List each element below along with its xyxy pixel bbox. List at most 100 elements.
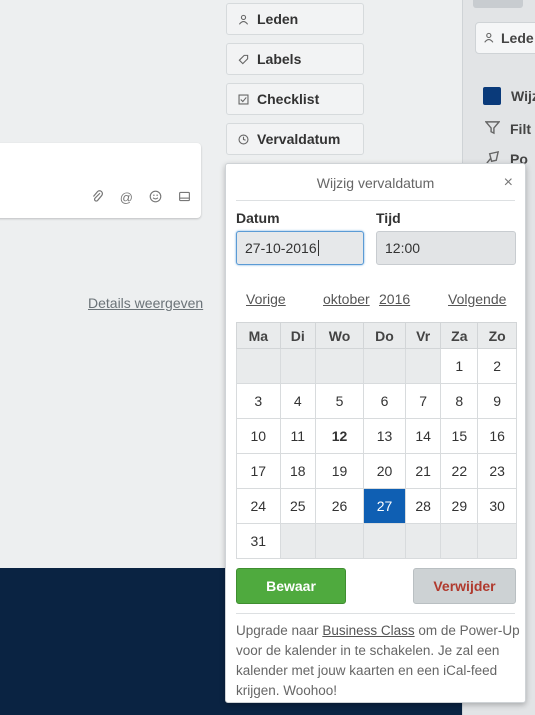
calendar-day[interactable]: 1 bbox=[440, 348, 479, 384]
calendar-week-row: 10 11 12 13 14 15 16 bbox=[236, 418, 517, 454]
filter-icon bbox=[484, 120, 501, 138]
panel-item-filter[interactable]: Filt bbox=[484, 120, 531, 138]
calendar-day[interactable]: 25 bbox=[279, 488, 316, 524]
popover-title: Wijzig vervaldatum bbox=[316, 175, 435, 191]
calendar-day[interactable]: 15 bbox=[440, 418, 479, 454]
labels-button[interactable]: Labels bbox=[226, 43, 364, 75]
calendar-day[interactable]: 23 bbox=[477, 453, 517, 489]
date-input[interactable]: 27-10-2016 bbox=[236, 231, 364, 265]
calendar-empty-cell bbox=[236, 348, 281, 384]
checklist-button[interactable]: Checklist bbox=[226, 83, 364, 115]
weekday-header: Wo bbox=[314, 322, 365, 349]
calendar-day[interactable]: 2 bbox=[477, 348, 517, 384]
calendar-day[interactable]: 26 bbox=[314, 488, 365, 524]
members-label: Leden bbox=[257, 11, 299, 27]
upgrade-message: Upgrade naar Business Class om de Power-… bbox=[236, 621, 521, 701]
month-select[interactable]: oktober bbox=[323, 291, 370, 307]
calendar-day[interactable]: 17 bbox=[236, 453, 281, 489]
calendar-day[interactable]: 19 bbox=[314, 453, 365, 489]
save-button[interactable]: Bewaar bbox=[236, 568, 346, 604]
calendar-empty-cell bbox=[363, 523, 406, 559]
calendar-day[interactable]: 29 bbox=[440, 488, 479, 524]
calendar-day[interactable]: 28 bbox=[404, 488, 442, 524]
calendar-empty-cell bbox=[279, 523, 316, 559]
upgrade-text: Upgrade naar bbox=[236, 623, 323, 638]
calendar-week-row: 12 bbox=[236, 348, 517, 384]
weekday-header-row: Ma Di Wo Do Vr Za Zo bbox=[236, 322, 517, 349]
weekday-header: Do bbox=[363, 322, 406, 349]
calendar-day[interactable]: 4 bbox=[279, 383, 316, 419]
business-class-link[interactable]: Business Class bbox=[322, 623, 414, 638]
time-input[interactable]: 12:00 bbox=[376, 231, 516, 265]
calendar-day[interactable]: 16 bbox=[477, 418, 517, 454]
mention-icon[interactable]: @ bbox=[120, 190, 133, 206]
weekday-header: Ma bbox=[236, 322, 281, 349]
emoji-icon[interactable] bbox=[149, 190, 162, 206]
calendar-empty-cell bbox=[404, 523, 442, 559]
calendar-empty-cell bbox=[314, 348, 365, 384]
calendar-empty-cell bbox=[363, 348, 406, 384]
color-swatch-icon bbox=[483, 87, 501, 105]
popover-header: Wijzig vervaldatum × bbox=[236, 164, 515, 201]
calendar-day[interactable]: 24 bbox=[236, 488, 281, 524]
calendar-empty-cell bbox=[314, 523, 365, 559]
next-month-link[interactable]: Volgende bbox=[448, 291, 506, 307]
calendar-empty-cell bbox=[279, 348, 316, 384]
tag-icon bbox=[237, 53, 249, 65]
calendar-day[interactable]: 21 bbox=[404, 453, 442, 489]
calendar-day[interactable]: 18 bbox=[279, 453, 316, 489]
person-add-icon bbox=[484, 30, 495, 46]
calendar-day[interactable]: 7 bbox=[404, 383, 442, 419]
checklist-label: Checklist bbox=[257, 91, 320, 107]
calendar-day[interactable]: 27 bbox=[363, 488, 406, 524]
calendar-grid: Ma Di Wo Do Vr Za Zo 1 2 3 4 5 6 7 8 9 10 11 12 13 14 15 16 17… bbox=[236, 322, 517, 559]
calendar-day[interactable]: 6 bbox=[363, 383, 406, 419]
weekday-header: Zo bbox=[477, 322, 517, 349]
calendar-day[interactable]: 14 bbox=[404, 418, 442, 454]
paperclip-icon[interactable] bbox=[91, 190, 104, 206]
weekday-header: Za bbox=[440, 322, 479, 349]
labels-label: Labels bbox=[257, 51, 302, 67]
panel-item-label: Filt bbox=[510, 121, 531, 137]
calendar-day[interactable]: 11 bbox=[279, 418, 316, 454]
card-icon[interactable] bbox=[178, 190, 191, 206]
panel-item-change-background[interactable]: Wijz bbox=[483, 87, 535, 105]
calendar-day[interactable]: 8 bbox=[440, 383, 479, 419]
person-icon bbox=[237, 13, 249, 25]
calendar-day[interactable]: 12 bbox=[314, 418, 365, 454]
text-cursor bbox=[317, 240, 319, 256]
checkbox-icon bbox=[237, 93, 249, 105]
calendar-day[interactable]: 5 bbox=[314, 383, 365, 419]
weekday-header: Di bbox=[279, 322, 316, 349]
close-icon[interactable]: × bbox=[504, 164, 513, 202]
calendar-week-row: 3456789 bbox=[236, 383, 517, 419]
details-link[interactable]: Details weergeven bbox=[88, 295, 203, 311]
calendar-empty-cell bbox=[404, 348, 442, 384]
panel-top-button[interactable] bbox=[473, 0, 523, 8]
due-date-button[interactable]: Vervaldatum bbox=[226, 123, 364, 155]
date-input-value: 27-10-2016 bbox=[245, 240, 317, 256]
weekday-header: Vr bbox=[404, 322, 442, 349]
calendar-day[interactable]: 20 bbox=[363, 453, 406, 489]
calendar-day[interactable]: 9 bbox=[477, 383, 517, 419]
panel-item-label: Wijz bbox=[511, 88, 535, 104]
year-select[interactable]: 2016 bbox=[379, 291, 410, 307]
delete-button[interactable]: Verwijder bbox=[413, 568, 516, 604]
panel-members-button[interactable]: Lede bbox=[475, 22, 535, 54]
date-label: Datum bbox=[236, 210, 280, 226]
calendar-day[interactable]: 31 bbox=[236, 523, 281, 559]
calendar-empty-cell bbox=[477, 523, 517, 559]
calendar-day[interactable]: 22 bbox=[440, 453, 479, 489]
calendar-week-row: 17 18 19 20 21 22 23 bbox=[236, 453, 517, 489]
clock-icon bbox=[237, 133, 249, 145]
calendar-day[interactable]: 10 bbox=[236, 418, 281, 454]
prev-month-link[interactable]: Vorige bbox=[246, 291, 286, 307]
panel-members-label: Lede bbox=[501, 30, 534, 46]
calendar-day[interactable]: 13 bbox=[363, 418, 406, 454]
due-date-popover: Wijzig vervaldatum × Datum Tijd 27-10-20… bbox=[225, 163, 526, 703]
calendar-day[interactable]: 30 bbox=[477, 488, 517, 524]
calendar-day[interactable]: 3 bbox=[236, 383, 281, 419]
comment-box[interactable]: @ bbox=[0, 143, 201, 218]
calendar-week-row: 31 bbox=[236, 523, 517, 559]
members-button[interactable]: Leden bbox=[226, 3, 364, 35]
